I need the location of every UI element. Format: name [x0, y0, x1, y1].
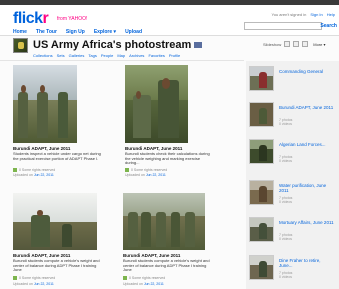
subnav-tags[interactable]: Tags [88, 53, 96, 58]
photo-figure [31, 215, 50, 247]
set-name[interactable]: Commanding General [279, 69, 335, 74]
photo-date: Uploaded on Jun 22, 2011 [13, 282, 54, 286]
photo-figure [155, 212, 166, 247]
slideshow-link[interactable]: Slideshow [263, 42, 281, 47]
set-thumbnail [249, 217, 274, 242]
upload-date-link[interactable]: Jun 22, 2011 [34, 282, 54, 286]
photo-date: Uploaded on Jun 22, 2011 [125, 173, 166, 177]
photo-figure [185, 212, 196, 247]
set-name[interactable]: Algerian Land Forces... [279, 142, 335, 147]
upload-date-link[interactable]: Jun 22, 2011 [34, 173, 54, 177]
account-links: You aren't signed in Sign In Help [271, 12, 335, 17]
help-link[interactable]: Help [327, 12, 335, 17]
photo-figure [37, 91, 48, 139]
detail-view-icon[interactable] [302, 41, 309, 47]
page-title-text: US Army Africa's photostream [33, 39, 192, 51]
more-menu[interactable]: More ▾ [313, 42, 325, 47]
photo-description: Burundi students compute a vehicle's wei… [13, 258, 100, 273]
photo-description: Students inspect a vehicle under cargo n… [13, 151, 101, 161]
subnav-archives[interactable]: Archives [129, 53, 144, 58]
set-name[interactable]: Burundi ADAPT, June 2011 [279, 105, 335, 110]
subnav-sets[interactable]: Sets [57, 53, 65, 58]
signed-out-text: You aren't signed in [271, 12, 307, 17]
photo-date: Uploaded on Jun 22, 2011 [123, 282, 164, 286]
photo-license: 0 Some rights reserved [125, 168, 167, 172]
flickr-photostream-page: flickr from YAHOO! You aren't signed in … [0, 0, 339, 289]
set-thumbnail [249, 180, 274, 205]
photo-figure [170, 212, 181, 247]
photo-license: 0 Some rights reserved [13, 276, 55, 280]
set-meta: 7 photos 0 videos [279, 155, 293, 163]
search-button[interactable]: Search [320, 23, 337, 29]
set-meta: 7 photos 0 videos [279, 233, 293, 241]
photo-license: 0 Some rights reserved [13, 168, 55, 172]
subnav-map[interactable]: Map [117, 53, 125, 58]
photo-date: Uploaded on Jun 22, 2011 [13, 173, 54, 177]
content-divider [0, 60, 244, 61]
photo-description: Burundi students check their calculation… [125, 151, 210, 166]
photo-head [36, 210, 44, 216]
upload-prefix: Uploaded on [13, 173, 34, 177]
set-thumbnail [249, 66, 274, 91]
photo-thumbnail[interactable] [123, 193, 205, 250]
photo-thumbnail[interactable] [13, 65, 77, 143]
pro-badge-icon [194, 42, 203, 49]
photo-figure [57, 91, 69, 139]
photo-figure [157, 79, 180, 139]
set-thumbnail [249, 255, 274, 280]
set-name[interactable]: Mortuary Affairs, June 2011 [279, 220, 335, 225]
set-name[interactable]: Water purification, June 2011 [279, 183, 335, 193]
upload-date-link[interactable]: Jun 22, 2011 [146, 173, 166, 177]
set-thumbnail [249, 102, 274, 127]
photo-figure [141, 212, 151, 247]
subnav-collections[interactable]: Collections [33, 53, 53, 58]
photostream-subnav: Collections Sets Galleries Tags People M… [33, 53, 180, 58]
list-view-icon[interactable] [293, 41, 300, 47]
set-thumbnail [249, 139, 274, 164]
photo-license: 0 Some rights reserved [123, 276, 165, 280]
set-item[interactable]: Dine Fraher to retire, June... 7 photos … [249, 254, 337, 286]
buddy-icon[interactable] [13, 38, 28, 53]
upload-prefix: Uploaded on [125, 173, 146, 177]
photo-ground [13, 221, 97, 250]
search-input[interactable] [244, 22, 322, 30]
logo-text: flick [13, 10, 43, 27]
set-name[interactable]: Dine Fraher to retire, June... [279, 258, 335, 268]
sets-sidebar: Commanding General Burundi ADAPT, June 2… [246, 61, 339, 289]
subnav-profile[interactable]: Profile [169, 53, 180, 58]
subnav-people[interactable]: People [101, 53, 113, 58]
header-divider [0, 35, 339, 36]
photo-thumbnail[interactable] [13, 193, 97, 250]
logo-r: r [42, 10, 49, 27]
photo-head [39, 85, 45, 94]
photo-head [20, 85, 26, 94]
set-meta: 7 photos 0 videos [279, 196, 293, 204]
site-header: flickr from YAHOO! You aren't signed in … [0, 5, 339, 35]
yahoo-byline: from YAHOO! [57, 16, 88, 22]
set-item[interactable]: Algerian Land Forces... 7 photos 0 video… [249, 138, 337, 170]
photo-sky [13, 193, 97, 222]
flickr-logo[interactable]: flickr [13, 10, 49, 28]
photo-figure [61, 223, 72, 247]
upload-prefix: Uploaded on [13, 282, 34, 286]
subnav-galleries[interactable]: Galleries [69, 53, 85, 58]
set-item[interactable]: Commanding General [249, 65, 337, 97]
photo-thumbnail[interactable] [125, 65, 188, 143]
photo-description: Burundi students compute a vehicle's wei… [123, 258, 210, 273]
photo-figure [18, 91, 29, 139]
upload-prefix: Uploaded on [123, 282, 144, 286]
photo-figure [132, 95, 152, 139]
page-title: US Army Africa's photostream [33, 39, 203, 51]
photo-figure [127, 212, 138, 247]
grid-view-icon[interactable] [284, 41, 291, 47]
set-meta: 7 photos 0 videos [279, 271, 293, 279]
subnav-favorites[interactable]: Favorites [148, 53, 164, 58]
set-item[interactable]: Mortuary Affairs, June 2011 7 photos 0 v… [249, 216, 337, 248]
view-tools: Slideshow More ▾ [263, 41, 325, 47]
set-item[interactable]: Water purification, June 2011 7 photos 0… [249, 179, 337, 211]
set-meta: 7 photos 0 videos [279, 118, 293, 126]
sign-in-link[interactable]: Sign In [310, 12, 322, 17]
set-item[interactable]: Burundi ADAPT, June 2011 7 photos 0 vide… [249, 101, 337, 133]
upload-date-link[interactable]: Jun 22, 2011 [144, 282, 164, 286]
